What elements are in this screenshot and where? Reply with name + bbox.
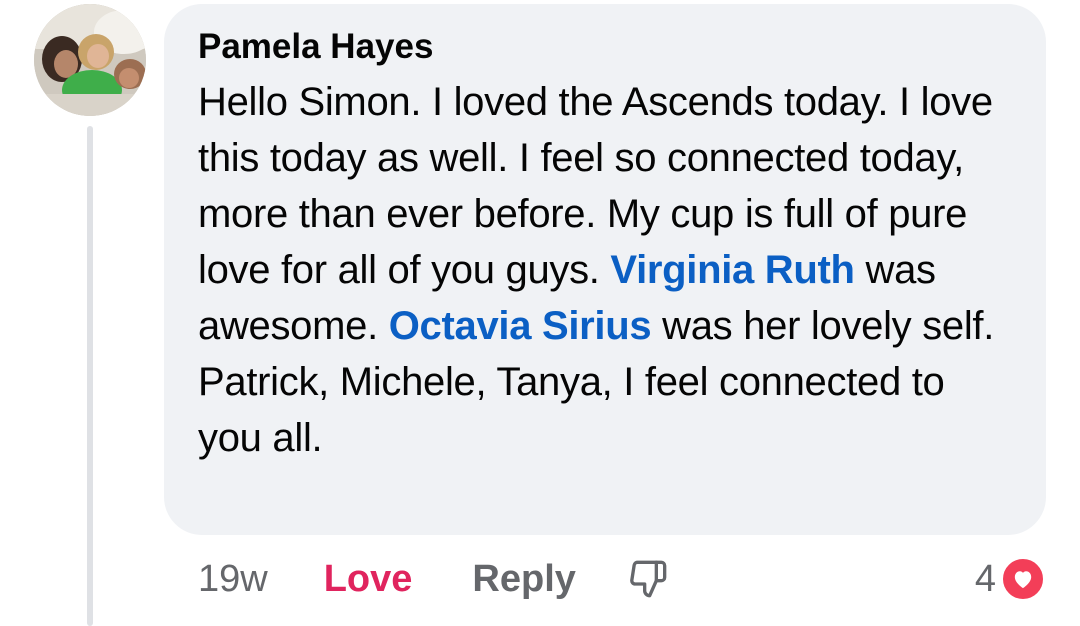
avatar[interactable] — [34, 4, 146, 116]
reaction-summary[interactable]: 4 — [975, 551, 1046, 607]
avatar-photo — [34, 4, 146, 116]
comment-actions: 19w Love Reply — [198, 551, 670, 607]
comment-text: Hello Simon. I loved the Ascends today. … — [198, 74, 1016, 466]
thread-line — [87, 126, 93, 626]
reaction-count: 4 — [974, 557, 996, 600]
comment-timestamp[interactable]: 19w — [198, 558, 268, 601]
comment-bubble: Pamela Hayes Hello Simon. I loved the As… — [164, 4, 1046, 535]
heart-icon — [1000, 556, 1046, 602]
love-button[interactable]: Love — [324, 558, 413, 601]
mention-link-octavia-sirius[interactable]: Octavia Sirius — [389, 304, 652, 348]
comment-author[interactable]: Pamela Hayes — [198, 26, 1016, 68]
thumbs-down-icon[interactable] — [626, 557, 670, 601]
comment-thread: Pamela Hayes Hello Simon. I loved the As… — [0, 0, 1080, 626]
mention-link-virginia-ruth[interactable]: Virginia Ruth — [610, 248, 855, 292]
reply-button[interactable]: Reply — [472, 558, 575, 601]
